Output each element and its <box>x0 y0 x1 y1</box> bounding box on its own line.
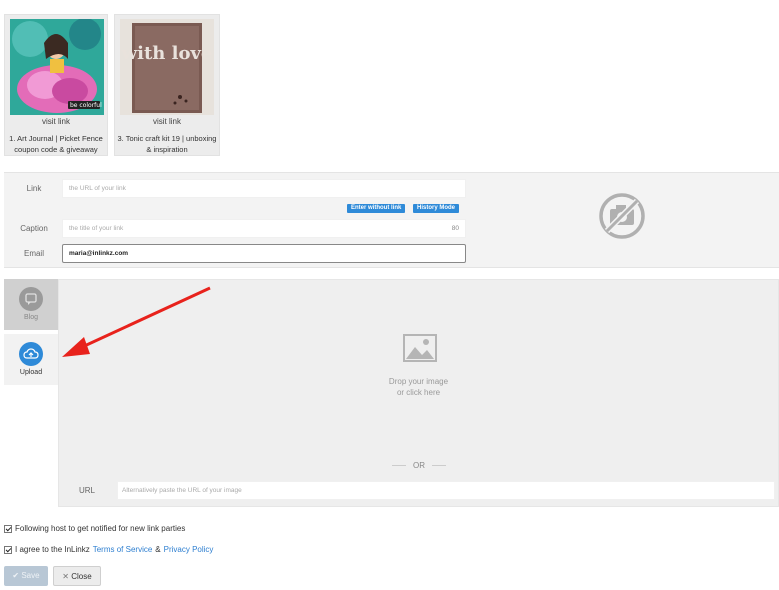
thumbnail-card-2[interactable]: with love visit link 3. Tonic craft kit … <box>114 14 220 156</box>
agree-terms-checkbox[interactable] <box>4 545 12 554</box>
save-button[interactable]: ✔ Save <box>4 566 48 586</box>
email-input[interactable]: maria@inlinkz.com <box>62 244 466 263</box>
thumbnail-image-2[interactable]: with love <box>120 19 214 115</box>
no-camera-icon <box>597 191 647 246</box>
close-label: Close <box>71 572 92 581</box>
follow-host-checkbox-row[interactable]: Following host to get notified for new l… <box>4 524 185 533</box>
caption-label: Caption <box>20 224 48 233</box>
history-mode-button[interactable]: History Mode <box>413 204 460 213</box>
thumbnail-overlay-text-2: with love <box>121 43 213 64</box>
thumbnail-caption-2: 3. Tonic craft kit 19 | unboxing & inspi… <box>117 134 217 154</box>
caption-input[interactable]: the title of your link 80 <box>62 219 466 238</box>
image-url-input[interactable]: Alternatively paste the URL of your imag… <box>117 481 775 500</box>
drop-line-2: or click here <box>396 388 441 397</box>
thumbnail-caption-1: 1. Art Journal | Picket Fence coupon cod… <box>9 134 103 154</box>
privacy-policy-link[interactable]: Privacy Policy <box>164 545 214 554</box>
visit-link-2[interactable]: visit link <box>115 117 219 126</box>
close-icon: ✕ <box>62 572 69 581</box>
red-arrow-annotation <box>40 282 220 377</box>
thumbnail-image-1[interactable]: be colorful <box>10 19 104 115</box>
check-icon: ✔ <box>12 571 20 580</box>
follow-host-label: Following host to get notified for new l… <box>15 524 186 533</box>
link-form-panel: Link the URL of your link Enter without … <box>4 172 779 268</box>
link-label: Link <box>26 184 42 193</box>
agree-prefix: I agree to the InLinkz <box>15 545 90 554</box>
thumbnail-card-1[interactable]: be colorful visit link 1. Art Journal | … <box>4 14 108 156</box>
or-divider: OR <box>389 461 449 470</box>
or-text: OR <box>413 461 425 470</box>
drop-image-text[interactable]: Drop your image or click here <box>59 376 778 398</box>
image-placeholder-icon <box>403 334 437 367</box>
thumbnail-overlay-text-1: be colorful <box>70 102 102 109</box>
agree-terms-checkbox-row[interactable]: I agree to the InLinkz Terms of Service … <box>4 545 213 554</box>
terms-of-service-link[interactable]: Terms of Service <box>93 545 153 554</box>
drop-line-1: Drop your image <box>388 377 449 386</box>
follow-host-checkbox[interactable] <box>4 524 12 533</box>
link-url-input[interactable]: the URL of your link <box>62 179 466 198</box>
caption-placeholder: the title of your link <box>69 225 124 232</box>
close-button[interactable]: ✕ Close <box>53 566 101 586</box>
email-label: Email <box>23 249 44 258</box>
url-label: URL <box>79 486 96 495</box>
visit-link-1[interactable]: visit link <box>5 117 107 126</box>
amp-text: & <box>155 545 161 554</box>
caption-char-count: 80 <box>451 225 459 232</box>
enter-without-link-button[interactable]: Enter without link <box>347 204 406 213</box>
save-label: Save <box>21 571 40 580</box>
